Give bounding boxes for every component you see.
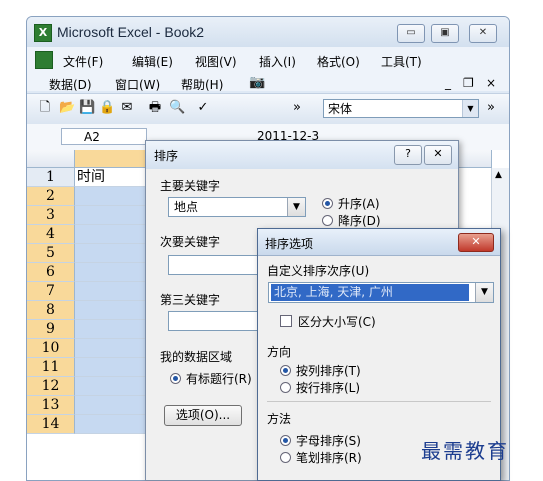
toolbar-options-icon[interactable]: »	[289, 100, 305, 116]
method-label: 方法	[267, 412, 292, 426]
spelling-icon[interactable]: ✓	[195, 100, 211, 116]
secondary-key-combo[interactable]	[168, 255, 268, 275]
menu-insert[interactable]: 插入(I)	[259, 53, 296, 70]
row-header[interactable]: 5	[27, 244, 75, 263]
minimize-icon[interactable]: ▭	[397, 24, 425, 43]
font-name-combo[interactable]: 宋体 ▼	[323, 99, 479, 118]
case-sensitive-checkbox[interactable]	[280, 315, 292, 327]
doc-minimize-button[interactable]: _	[445, 76, 451, 90]
row-header[interactable]: 12	[27, 377, 75, 396]
standard-toolbar: 🗋 📂 💾 🔒 ✉ 🖶 🔍 ✓ » 宋体 ▼ »	[27, 93, 509, 125]
menu-bar: 文件(F) 编辑(E) 视图(V) 插入(I) 格式(O) 工具(T) 数据(D…	[27, 47, 509, 93]
menu-edit[interactable]: 编辑(E)	[132, 53, 173, 70]
descending-radio[interactable]	[322, 215, 333, 226]
window-title: Microsoft Excel - Book2	[57, 24, 205, 40]
title-bar: X Microsoft Excel - Book2 ▭ ▣ ✕	[27, 17, 509, 47]
row-header[interactable]: 3	[27, 206, 75, 225]
by-row-label[interactable]: 按行排序(L)	[296, 379, 360, 396]
menu-window[interactable]: 窗口(W)	[115, 76, 160, 93]
print-icon[interactable]: 🖶	[147, 100, 163, 116]
row-header[interactable]: 7	[27, 282, 75, 301]
third-key-combo[interactable]	[168, 311, 268, 331]
sort-dialog-titlebar: 排序 ? ✕	[146, 141, 458, 169]
preview-icon[interactable]: 🔍	[169, 100, 185, 116]
permission-icon[interactable]: 🔒	[99, 100, 115, 116]
doc-close-button[interactable]: ×	[486, 76, 496, 90]
email-icon[interactable]: ✉	[119, 100, 135, 116]
help-button[interactable]: ?	[394, 145, 422, 165]
chevron-down-icon[interactable]: ▼	[287, 198, 305, 216]
close-icon[interactable]: ✕	[458, 233, 494, 252]
ascending-radio[interactable]	[322, 198, 333, 209]
toolbar-overflow-icon[interactable]: »	[483, 100, 499, 116]
row-header[interactable]: 1	[27, 168, 75, 187]
custom-order-combo[interactable]: 北京, 上海, 天津, 广州 ▼	[268, 282, 494, 303]
custom-order-label: 自定义排序次序(U)	[267, 264, 370, 278]
doc-restore-button[interactable]: ❐	[463, 76, 474, 90]
maximize-icon[interactable]: ▣	[431, 24, 459, 43]
descending-label[interactable]: 降序(D)	[338, 212, 381, 229]
font-name-value: 宋体	[328, 102, 353, 116]
sort-dialog-title: 排序	[154, 149, 179, 163]
menu-data[interactable]: 数据(D)	[49, 76, 92, 93]
chevron-down-icon[interactable]: ▼	[462, 100, 478, 117]
excel-icon[interactable]: X	[34, 24, 52, 42]
close-icon[interactable]: ✕	[469, 24, 497, 43]
header-row-label[interactable]: 有标题行(R)	[186, 370, 252, 387]
divider	[267, 401, 491, 402]
custom-order-value: 北京, 上海, 天津, 广州	[271, 284, 469, 301]
menu-tools[interactable]: 工具(T)	[381, 53, 422, 70]
header-row-radio[interactable]	[170, 373, 181, 384]
open-icon[interactable]: 📂	[59, 100, 75, 116]
by-row-radio[interactable]	[280, 382, 291, 393]
data-range-label: 我的数据区域	[160, 350, 233, 364]
select-all-corner[interactable]	[27, 150, 75, 168]
scroll-up-icon[interactable]: ▲	[495, 170, 502, 180]
camera-icon[interactable]: 📷	[249, 75, 265, 90]
options-button[interactable]: 选项(O)...	[164, 405, 242, 426]
menu-view[interactable]: 视图(V)	[195, 53, 237, 70]
alphabetic-radio[interactable]	[280, 435, 291, 446]
row-header[interactable]: 10	[27, 339, 75, 358]
workbook-icon[interactable]	[35, 51, 53, 69]
name-box[interactable]: A2	[61, 128, 147, 145]
stroke-label[interactable]: 笔划排序(R)	[296, 449, 362, 466]
new-icon[interactable]: 🗋	[37, 100, 53, 116]
third-key-label: 第三关键字	[160, 293, 221, 307]
row-header[interactable]: 2	[27, 187, 75, 206]
primary-key-value: 地点	[174, 200, 199, 214]
secondary-key-label: 次要关键字	[160, 235, 221, 249]
by-column-label[interactable]: 按列排序(T)	[296, 362, 361, 379]
menu-help[interactable]: 帮助(H)	[181, 76, 223, 93]
alphabetic-label[interactable]: 字母排序(S)	[296, 432, 361, 449]
chevron-down-icon[interactable]: ▼	[475, 283, 493, 302]
case-sensitive-label[interactable]: 区分大小写(C)	[298, 313, 376, 330]
direction-label: 方向	[267, 345, 292, 359]
menu-file[interactable]: 文件(F)	[63, 53, 103, 70]
ascending-label[interactable]: 升序(A)	[338, 195, 380, 212]
row-header[interactable]: 11	[27, 358, 75, 377]
row-header[interactable]: 9	[27, 320, 75, 339]
row-header[interactable]: 4	[27, 225, 75, 244]
by-column-radio[interactable]	[280, 365, 291, 376]
primary-key-combo[interactable]: 地点 ▼	[168, 197, 306, 217]
row-header[interactable]: 14	[27, 415, 75, 434]
stroke-radio[interactable]	[280, 452, 291, 463]
watermark-text: 最需教育	[421, 439, 509, 463]
row-header[interactable]: 6	[27, 263, 75, 282]
sort-options-titlebar: 排序选项 ✕	[258, 229, 500, 256]
row-header[interactable]: 13	[27, 396, 75, 415]
row-header[interactable]: 8	[27, 301, 75, 320]
primary-key-label: 主要关键字	[160, 179, 221, 193]
save-icon[interactable]: 💾	[79, 100, 95, 116]
sort-dialog-close-button[interactable]: ✕	[424, 145, 452, 165]
menu-format[interactable]: 格式(O)	[317, 53, 360, 70]
sort-options-title: 排序选项	[265, 237, 314, 251]
